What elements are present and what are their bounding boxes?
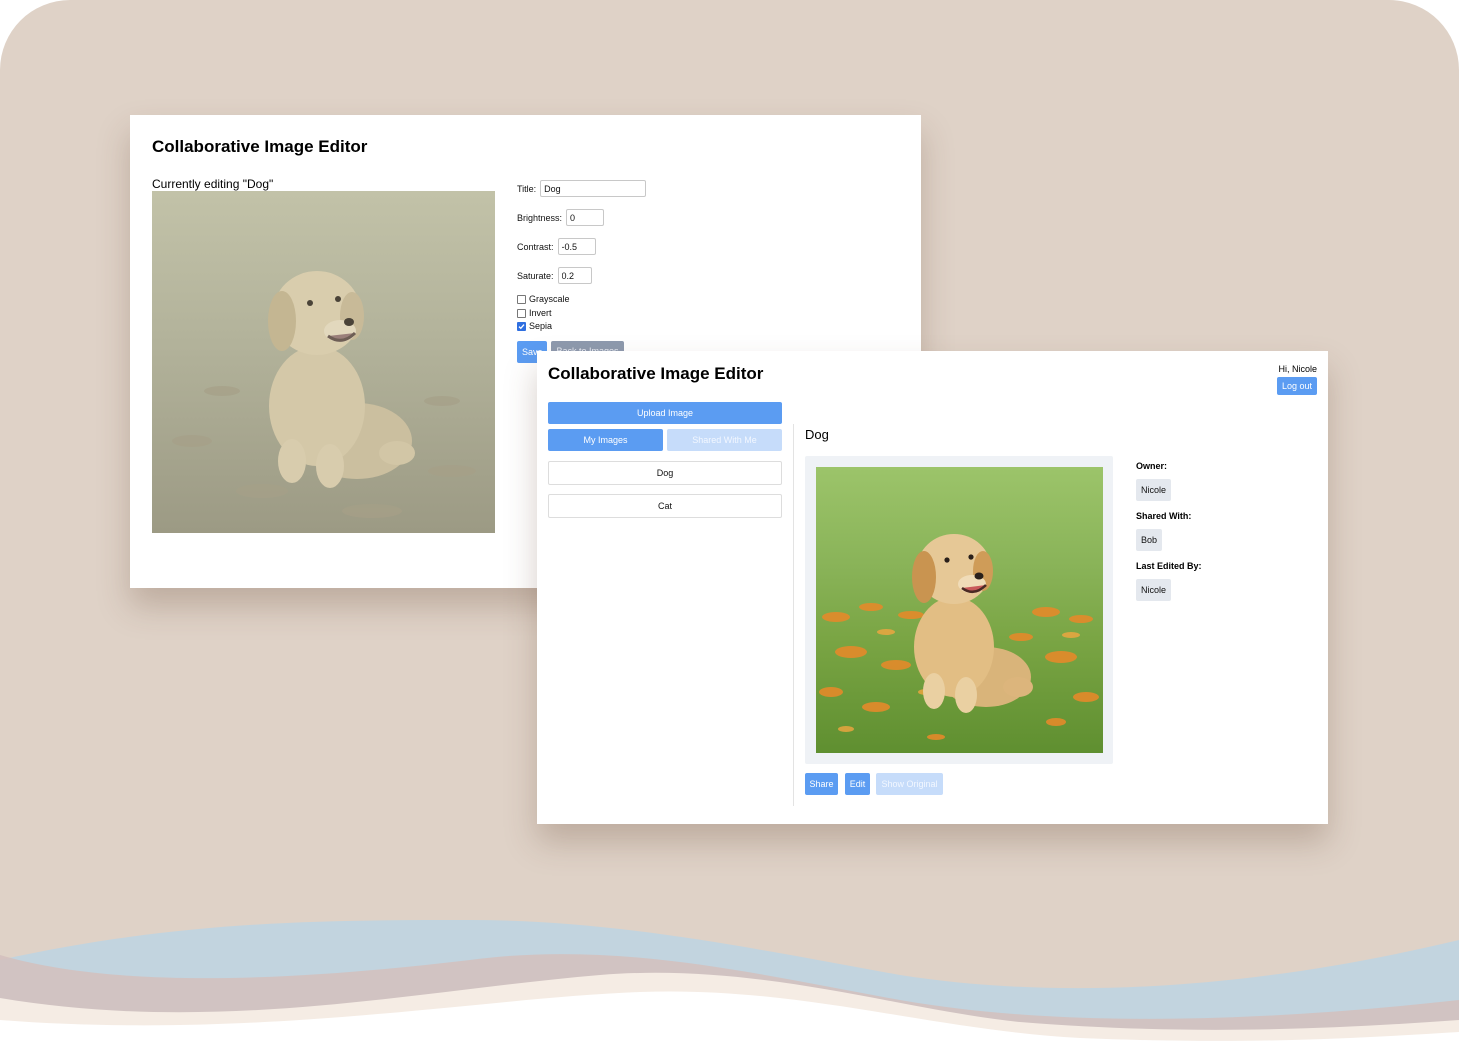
panel-divider — [793, 424, 794, 806]
title-label: Title: — [517, 183, 537, 194]
last-edited-chip: Nicole — [1136, 579, 1172, 601]
image-title: Dog — [805, 427, 829, 442]
brightness-row: Brightness: — [517, 209, 605, 226]
gallery-window: Collaborative Image Editor Hi, Nicole Lo… — [537, 351, 1328, 824]
sepia-checkbox[interactable]: Sepia — [517, 321, 552, 331]
dog-photo — [816, 467, 1103, 753]
edit-button[interactable]: Edit — [845, 773, 870, 795]
logout-button[interactable]: Log out — [1277, 377, 1317, 395]
invert-checkbox[interactable]: Invert — [517, 308, 552, 318]
owner-chip: Nicole — [1136, 479, 1172, 501]
app-title: Collaborative Image Editor — [548, 364, 764, 383]
shared-with-label: Shared With: — [1136, 511, 1192, 521]
last-edited-label: Last Edited By: — [1136, 561, 1202, 571]
brightness-input[interactable] — [566, 209, 605, 226]
sepia-label: Sepia — [529, 321, 553, 331]
saturate-input[interactable] — [557, 267, 592, 284]
grayscale-label: Grayscale — [529, 294, 570, 304]
image-frame — [805, 456, 1113, 764]
currently-editing-prefix: Currently editing — [152, 177, 243, 191]
shared-with-chip: Bob — [1136, 529, 1163, 551]
saturate-row: Saturate: — [517, 267, 592, 284]
share-button[interactable]: Share — [805, 773, 838, 795]
contrast-input[interactable] — [557, 238, 596, 255]
decorative-waves — [0, 920, 1459, 1042]
owner-label: Owner: — [1136, 461, 1168, 471]
edited-dog-photo — [152, 191, 495, 533]
checkmark-icon — [518, 323, 525, 329]
title-input[interactable] — [540, 180, 647, 197]
contrast-label: Contrast: — [517, 241, 554, 252]
tab-shared-with-me[interactable]: Shared With Me — [667, 429, 782, 451]
currently-editing-label: Currently editing "Dog" — [152, 177, 273, 191]
user-greeting: Hi, Nicole — [1278, 364, 1317, 374]
show-original-button[interactable]: Show Original — [876, 773, 943, 795]
brightness-label: Brightness: — [517, 212, 563, 223]
title-row: Title: — [517, 180, 647, 197]
image-list-item-dog[interactable]: Dog — [548, 461, 782, 485]
invert-label: Invert — [529, 308, 552, 318]
grayscale-checkbox[interactable]: Grayscale — [517, 294, 570, 304]
invert-checkbox-box[interactable] — [517, 308, 526, 318]
image-list-item-cat[interactable]: Cat — [548, 494, 782, 518]
tab-my-images[interactable]: My Images — [548, 429, 663, 451]
sepia-checkbox-box[interactable] — [517, 321, 526, 331]
saturate-label: Saturate: — [517, 270, 554, 281]
currently-editing-name: "Dog" — [242, 177, 274, 191]
contrast-row: Contrast: — [517, 238, 596, 255]
grayscale-checkbox-box[interactable] — [517, 294, 526, 304]
screenshot-canvas: Collaborative Image Editor Currently edi… — [0, 0, 1459, 1042]
app-title: Collaborative Image Editor — [152, 137, 368, 156]
upload-image-button[interactable]: Upload Image — [548, 402, 782, 424]
